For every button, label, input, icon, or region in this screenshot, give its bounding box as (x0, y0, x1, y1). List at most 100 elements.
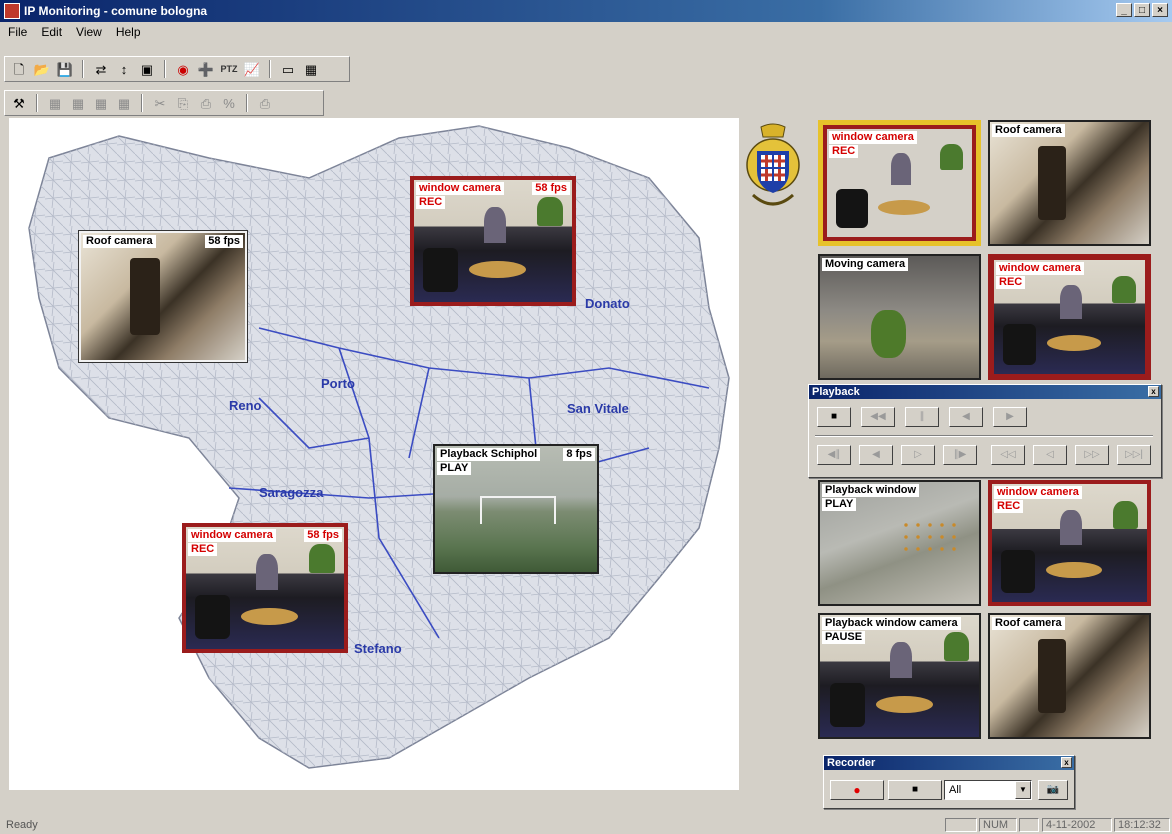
grid6-icon[interactable]: ▦ (68, 93, 88, 113)
camera-icon: 📷 (1046, 784, 1060, 795)
recorder-title-bar[interactable]: Recorder x (824, 756, 1074, 770)
print-icon[interactable]: ⎙ (255, 93, 275, 113)
camera-status: REC (416, 196, 446, 209)
zoom-icon[interactable]: % (219, 93, 239, 113)
status-bar: Ready NUM 4-11-2002 18:12:32 (0, 816, 1172, 834)
cut-icon[interactable]: ✂ (150, 93, 170, 113)
maximize-button[interactable]: □ (1134, 3, 1150, 17)
district-label-reno: Reno (229, 398, 262, 413)
ptz-icon[interactable]: PTZ (219, 59, 239, 79)
camera-status: REC (829, 145, 859, 158)
camera-link-icon[interactable]: ⇄ (91, 59, 111, 79)
close-button[interactable]: × (1152, 3, 1168, 17)
camera-caption: Roof camera (992, 124, 1065, 137)
recorder-channel-select[interactable]: All ▼ (944, 780, 1032, 800)
playback-slow-forward-button[interactable]: ▷ (901, 445, 935, 465)
grid-camera-playback-window[interactable]: Playback window PLAY (818, 480, 981, 606)
recorder-title: Recorder (827, 757, 876, 769)
playback-fast-forward-button[interactable]: ▷▷ (1075, 445, 1109, 465)
playback-pause-button[interactable]: ∥ (905, 407, 939, 427)
menu-help[interactable]: Help (116, 25, 141, 39)
view-toolbar: ⚒ ▦ ▦ ▦ ▦ ✂ ⎘ ⎙ % ⎙ (4, 90, 324, 116)
camera-fps: 58 fps (205, 235, 243, 248)
grid-icon[interactable]: ▦ (114, 93, 134, 113)
grid-camera-window[interactable]: window camera REC (988, 254, 1151, 380)
playback-fast-reverse-button[interactable]: ◁◁ (991, 445, 1025, 465)
camera-feed (81, 233, 245, 360)
recorder-panel: Recorder x ● ■ All ▼ 📷 (823, 755, 1075, 809)
camera-caption: Playback window (822, 484, 920, 497)
playback-step-back-button[interactable]: ◀∥ (817, 445, 851, 465)
grid-camera-playback-window-camera[interactable]: Playback window camera PAUSE (818, 613, 981, 739)
status-cell-empty (945, 818, 977, 832)
status-ready: Ready (6, 819, 38, 831)
camera-status: PLAY (437, 462, 472, 475)
toolbar-separator (164, 60, 166, 78)
recorder-record-button[interactable]: ● (830, 780, 884, 800)
playback-step-forward-button[interactable]: ∥▶ (943, 445, 977, 465)
main-toolbar: 🗋 📂 💾 ⇄ ↕ ▣ ◉ ➕ PTZ 📈 ▭ ▦ (4, 56, 350, 82)
camera-status: REC (188, 543, 218, 556)
grid-camera-roof-2[interactable]: Roof camera (988, 613, 1151, 739)
new-icon[interactable]: 🗋 (9, 59, 29, 79)
recorder-close-button[interactable]: x (1061, 757, 1072, 768)
map-camera-window-2[interactable]: window camera 58 fps REC (182, 523, 348, 653)
recorder-stop-button[interactable]: ■ (888, 780, 942, 800)
city-map (28, 125, 730, 769)
camera-caption: Playback window camera (822, 617, 961, 630)
paste-icon[interactable]: ⎙ (196, 93, 216, 113)
camera-fps: 58 fps (304, 529, 342, 542)
camera-fps: 8 fps (563, 448, 595, 461)
grid-camera-window-selected[interactable]: window camera REC (818, 120, 981, 246)
minimize-button[interactable]: _ (1116, 3, 1132, 17)
playback-prev-frame-button[interactable]: ◁ (1033, 445, 1067, 465)
layout-icon[interactable]: ▦ (301, 59, 321, 79)
playback-end-button[interactable]: ▷▷| (1117, 445, 1151, 465)
camera-caption: Roof camera (992, 617, 1065, 630)
network-icon[interactable]: ↕ (114, 59, 134, 79)
tools-icon[interactable]: ⚒ (9, 93, 29, 113)
status-num: NUM (979, 818, 1017, 832)
menu-edit[interactable]: Edit (41, 25, 62, 39)
menu-view[interactable]: View (76, 25, 102, 39)
properties-icon[interactable]: ▣ (137, 59, 157, 79)
camera-status: PAUSE (822, 631, 866, 644)
window-title: IP Monitoring - comune bologna (24, 4, 208, 18)
camera-feed (820, 256, 979, 378)
playback-stop-button[interactable]: ■ (817, 407, 851, 427)
copy-icon[interactable]: ⎘ (173, 93, 193, 113)
add-camera-icon[interactable]: ➕ (196, 59, 216, 79)
playback-play-button[interactable]: ▶ (993, 407, 1027, 427)
camera-caption: Playback Schiphol (437, 448, 541, 461)
chevron-down-icon[interactable]: ▼ (1015, 781, 1031, 799)
map-view[interactable]: Reno Porto San Vitale Saragozza Stefano … (9, 118, 739, 790)
map-camera-playback-schiphol[interactable]: Playback Schiphol 8 fps PLAY (433, 444, 599, 574)
playback-slow-reverse-button[interactable]: ◀ (859, 445, 893, 465)
grid9-icon[interactable]: ▦ (91, 93, 111, 113)
menu-bar: File Edit View Help (0, 22, 1172, 42)
grid-camera-window-3[interactable]: window camera REC (988, 480, 1151, 606)
grid4-icon[interactable]: ▦ (45, 93, 65, 113)
chart-icon[interactable]: 📈 (242, 59, 262, 79)
menu-file[interactable]: File (8, 25, 27, 39)
bologna-crest-logo (746, 123, 800, 206)
window-icon[interactable]: ▭ (278, 59, 298, 79)
camera-caption: window camera (188, 529, 276, 542)
playback-reverse-button[interactable]: ◀ (949, 407, 983, 427)
playback-rewind-button[interactable]: ◀◀ (861, 407, 895, 427)
grid-camera-roof[interactable]: Roof camera (988, 120, 1151, 246)
playback-title-bar[interactable]: Playback x (809, 385, 1161, 399)
save-icon[interactable]: 💾 (55, 59, 75, 79)
status-cell-empty-2 (1019, 818, 1039, 832)
map-camera-window[interactable]: window camera 58 fps REC (410, 176, 576, 306)
open-icon[interactable]: 📂 (32, 59, 52, 79)
toolbar-separator (36, 94, 38, 112)
status-time: 18:12:32 (1114, 818, 1170, 832)
map-camera-roof[interactable]: Roof camera 58 fps (78, 230, 248, 363)
grid-camera-moving[interactable]: Moving camera (818, 254, 981, 380)
district-label-san-vitale: San Vitale (567, 401, 629, 416)
playback-close-button[interactable]: x (1148, 386, 1159, 397)
recorder-snapshot-button[interactable]: 📷 (1038, 780, 1068, 800)
record-icon[interactable]: ◉ (173, 59, 193, 79)
playback-divider (815, 435, 1153, 437)
